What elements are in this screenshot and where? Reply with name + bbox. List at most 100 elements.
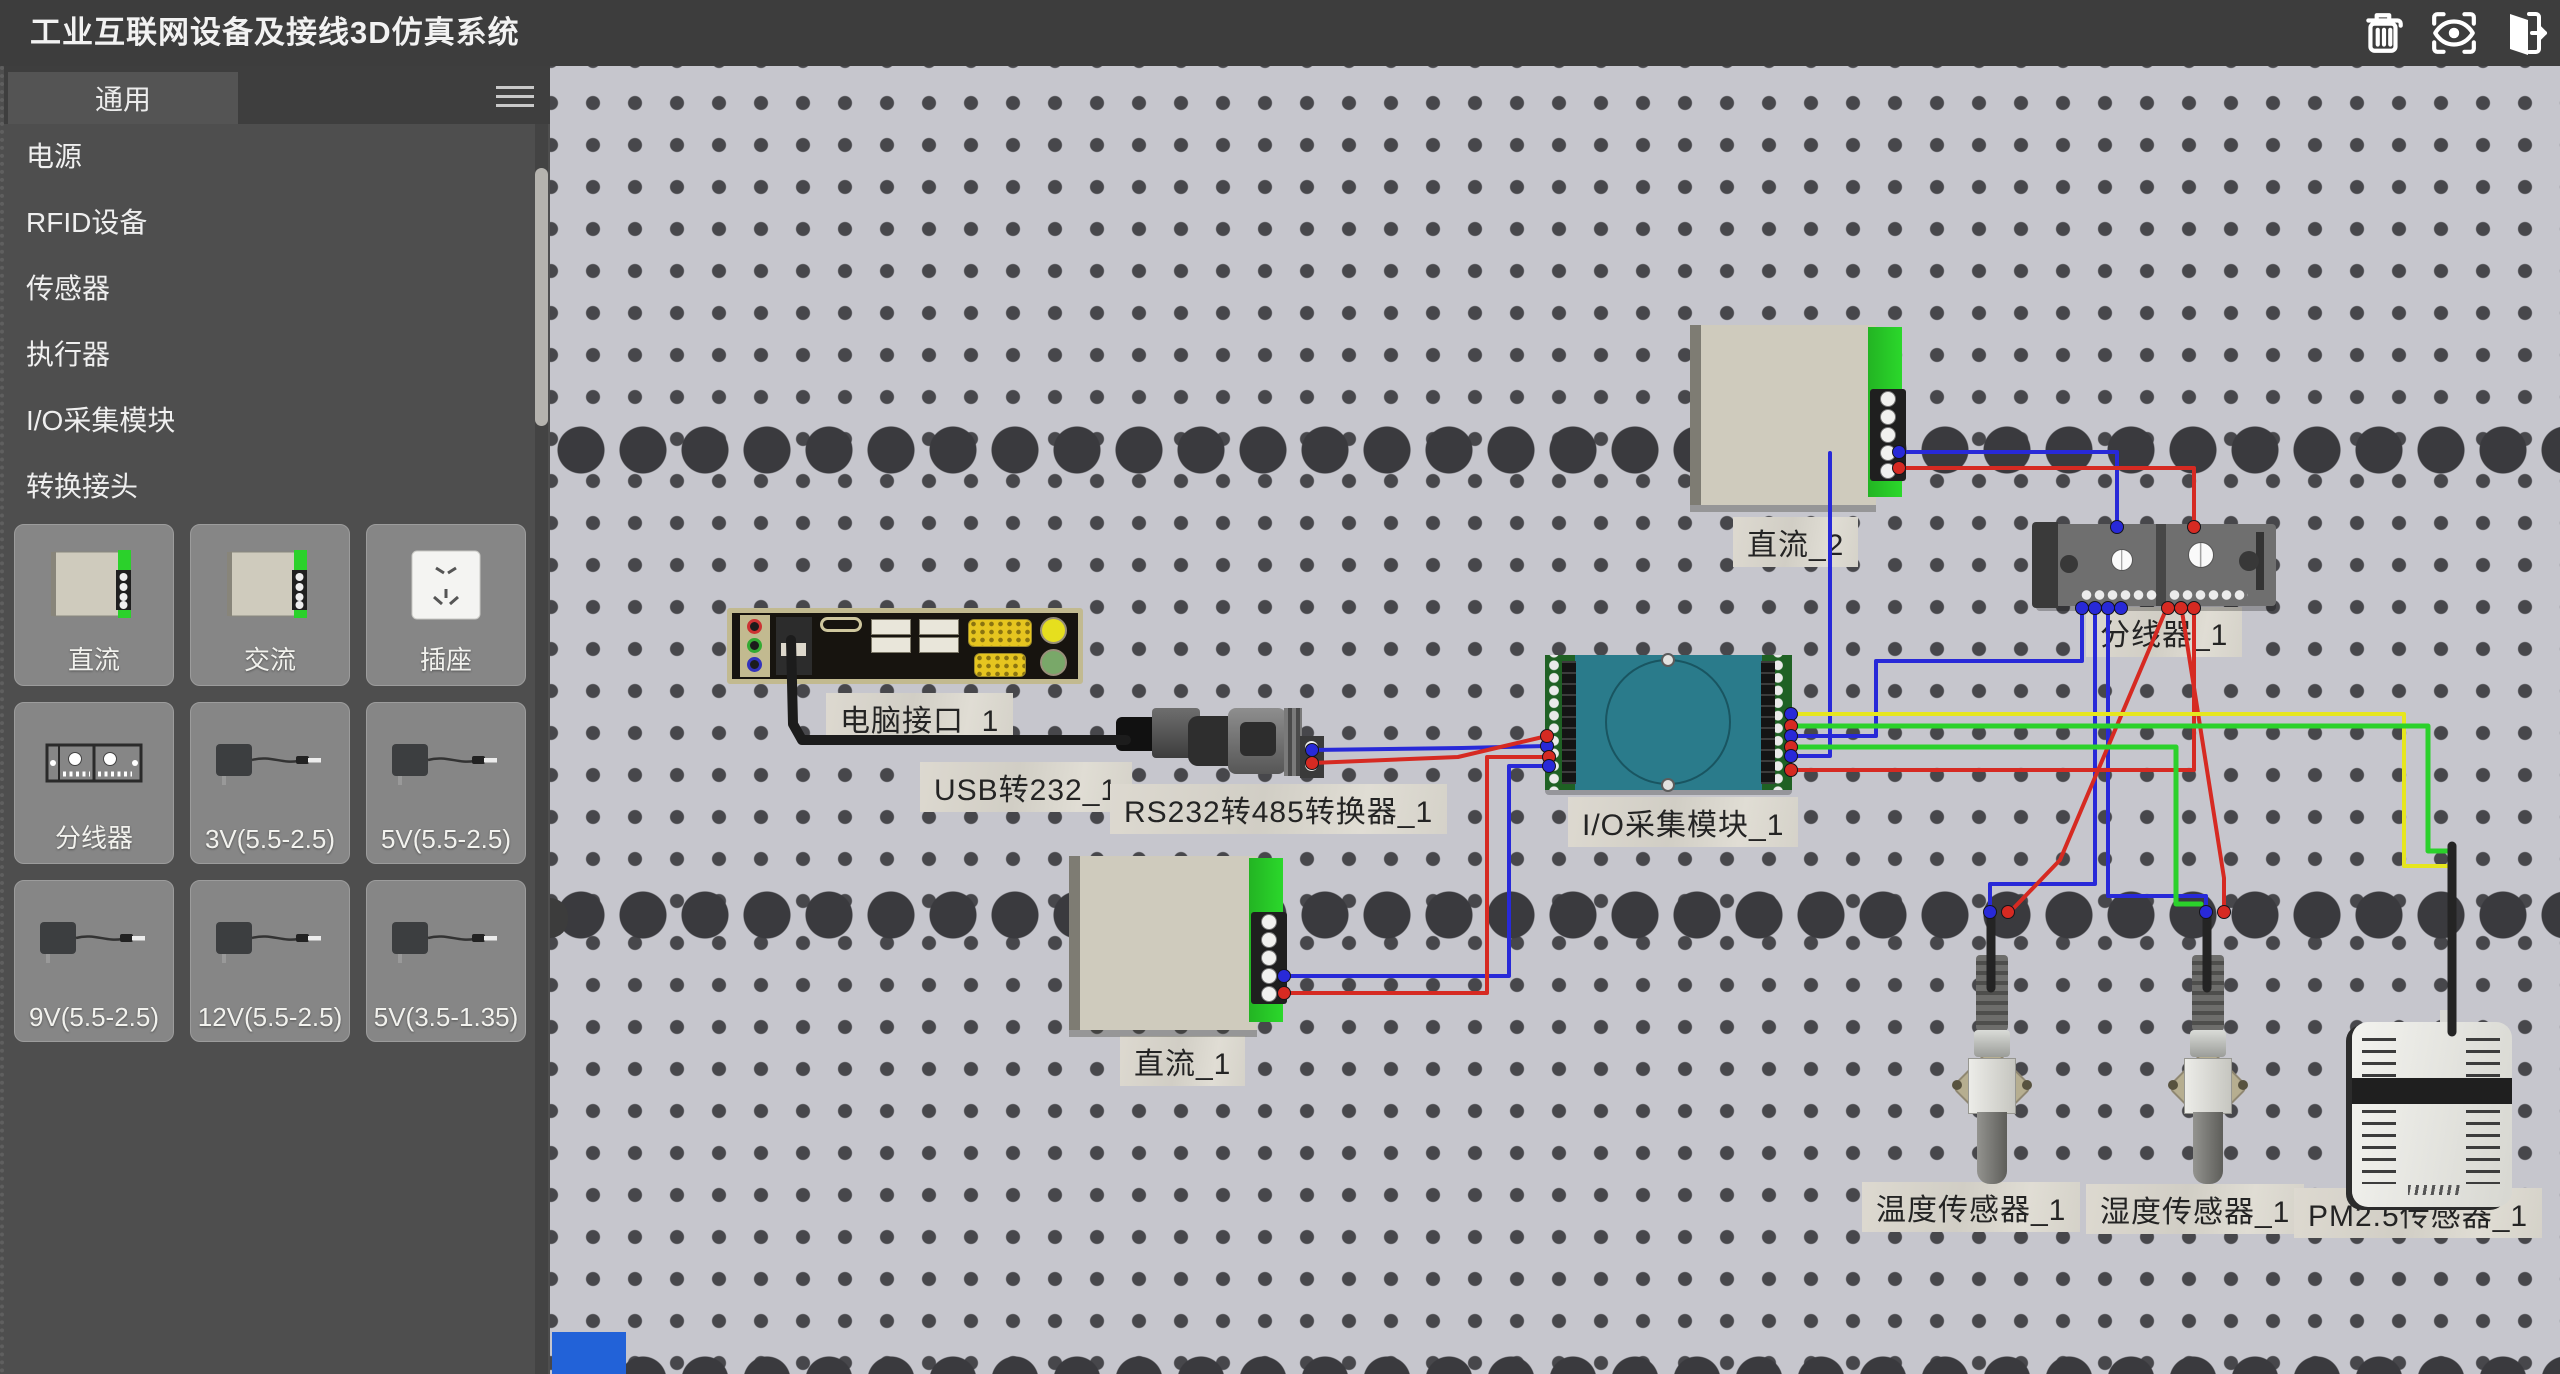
terminal-dots[interactable] <box>2080 589 2158 601</box>
sensor-band <box>2352 1078 2512 1104</box>
device-label: 直流_2 <box>1733 517 1858 567</box>
dc-icon <box>191 535 349 635</box>
device-pc-panel[interactable] <box>727 608 1083 684</box>
sidebar-item[interactable]: RFID设备 <box>4 190 524 256</box>
usb-port-pair <box>870 617 912 661</box>
device-label: 分线器_1 <box>2086 607 2242 657</box>
db9-socket <box>1240 722 1276 756</box>
louver-right <box>2466 1038 2500 1184</box>
device-dc-power-2[interactable] <box>1690 325 1902 505</box>
device-palette: 直流交流插座分线器 3V(5.5-2.5) 5V(5.5-2.5) 9V(5.5-2.… <box>14 524 534 1042</box>
adapter-icon <box>191 891 349 991</box>
splitter-icon <box>15 713 173 813</box>
label-panel <box>1761 661 1775 784</box>
audio-jack-red <box>747 619 762 634</box>
probe-ring <box>1974 1030 2010 1057</box>
pegboard-dot-band <box>550 891 2560 939</box>
pegboard-dot-band <box>550 426 2560 474</box>
screw-terminal[interactable] <box>1300 736 1324 778</box>
app-title: 工业互联网设备及接线3D仿真系统 <box>30 0 520 66</box>
bottom-vents <box>2408 1185 2460 1195</box>
sidebar-item[interactable]: 转换接头 <box>4 454 524 520</box>
louver-left <box>2362 1038 2396 1184</box>
screw <box>2111 549 2133 571</box>
sidebar-item[interactable]: 传感器 <box>4 256 524 322</box>
trash-icon[interactable] <box>2356 8 2412 58</box>
palette-item-label: 直流 <box>15 640 173 677</box>
device-dc-power-1[interactable] <box>1069 856 1283 1030</box>
palette-item-label: 交流 <box>191 640 349 677</box>
palette-item-label: 插座 <box>367 640 525 677</box>
palette-item[interactable]: 5V(3.5-1.35) <box>366 880 526 1042</box>
device-io-module[interactable] <box>1545 655 1792 790</box>
device-label: I/O采集模块_1 <box>1568 797 1798 847</box>
device-temp-sensor[interactable] <box>1950 912 2034 1184</box>
dc-icon <box>15 535 173 635</box>
screw <box>1661 778 1675 792</box>
adapter-icon <box>191 713 349 813</box>
terminal-dots[interactable] <box>2168 589 2248 601</box>
view-focus-icon[interactable] <box>2426 8 2482 58</box>
palette-item[interactable]: 直流 <box>14 524 174 686</box>
sidebar-item[interactable]: 电源 <box>4 124 524 190</box>
palette-item-label: 9V(5.5-2.5) <box>15 1002 173 1033</box>
device-rs232-to-485[interactable] <box>1188 706 1324 778</box>
label-panel <box>1562 661 1576 784</box>
sidebar-item[interactable]: 执行器 <box>4 322 524 388</box>
palette-item[interactable]: 3V(5.5-2.5) <box>190 702 350 864</box>
sidebar: 通用 电源RFID设备传感器执行器I/O采集模块转换接头 直流交流插座分线器 3V… <box>0 66 550 1374</box>
adapter-icon <box>367 713 525 813</box>
palette-item-label: 12V(5.5-2.5) <box>191 1002 349 1033</box>
probe-ribbed-top <box>1976 955 2008 1031</box>
probe-tip <box>2193 1112 2223 1184</box>
hamburger-icon[interactable] <box>496 80 536 110</box>
device-label: 温度传感器_1 <box>1862 1182 2080 1232</box>
palette-item-label: 5V(3.5-1.35) <box>367 1002 525 1033</box>
category-menu: 电源RFID设备传感器执行器I/O采集模块转换接头 <box>4 124 524 520</box>
probe-ring <box>2190 1030 2226 1057</box>
usb-plug <box>1116 717 1156 751</box>
dc-body <box>1069 856 1257 1030</box>
palette-item[interactable]: 分线器 <box>14 702 174 864</box>
device-humidity-sensor[interactable] <box>2166 912 2250 1184</box>
sidebar-tab-row: 通用 <box>4 66 550 124</box>
dc-terminal-block[interactable] <box>1870 389 1906 481</box>
probe-clamp <box>1968 1058 2016 1114</box>
splitter-end-cap <box>2032 522 2058 608</box>
dc-terminal-block[interactable] <box>1251 912 1287 1004</box>
palette-item[interactable]: 交流 <box>190 524 350 686</box>
device-label: 直流_1 <box>1120 1036 1245 1086</box>
adapter-icon <box>367 891 525 991</box>
probe-clamp <box>2184 1058 2232 1114</box>
dc-body <box>1690 325 1876 505</box>
panel-slot <box>820 617 862 632</box>
tab-general[interactable]: 通用 <box>8 72 238 124</box>
audio-jack-green <box>747 638 762 653</box>
blue-indicator <box>552 1332 626 1374</box>
mount-hole <box>2168 1080 2178 1090</box>
mount-hole <box>2238 1080 2248 1090</box>
usb-block <box>776 617 812 675</box>
sidebar-item[interactable]: I/O采集模块 <box>4 388 524 454</box>
screw <box>1661 653 1675 667</box>
mount-hole <box>1952 1080 1962 1090</box>
palette-item-label: 5V(5.5-2.5) <box>367 824 525 855</box>
palette-item[interactable]: 插座 <box>366 524 526 686</box>
vga-port <box>974 653 1026 677</box>
screw <box>2188 542 2214 568</box>
palette-item-label: 分线器 <box>15 818 173 855</box>
device-label: 湿度传感器_1 <box>2086 1184 2304 1234</box>
mount-hole <box>2060 555 2078 573</box>
exit-icon[interactable] <box>2496 8 2552 58</box>
mount-hole <box>2239 551 2259 571</box>
palette-item[interactable]: 9V(5.5-2.5) <box>14 880 174 1042</box>
topbar: 工业互联网设备及接线3D仿真系统 <box>0 0 2560 66</box>
palette-item[interactable]: 12V(5.5-2.5) <box>190 880 350 1042</box>
sidebar-scrollbar-thumb[interactable] <box>535 168 548 426</box>
probe-tip <box>1977 1112 2007 1184</box>
device-pm25-sensor[interactable] <box>2352 1022 2512 1207</box>
device-label: RS232转485转换器_1 <box>1110 784 1447 834</box>
adapter-icon <box>15 891 173 991</box>
palette-item[interactable]: 5V(5.5-2.5) <box>366 702 526 864</box>
device-splitter[interactable] <box>2036 524 2276 606</box>
